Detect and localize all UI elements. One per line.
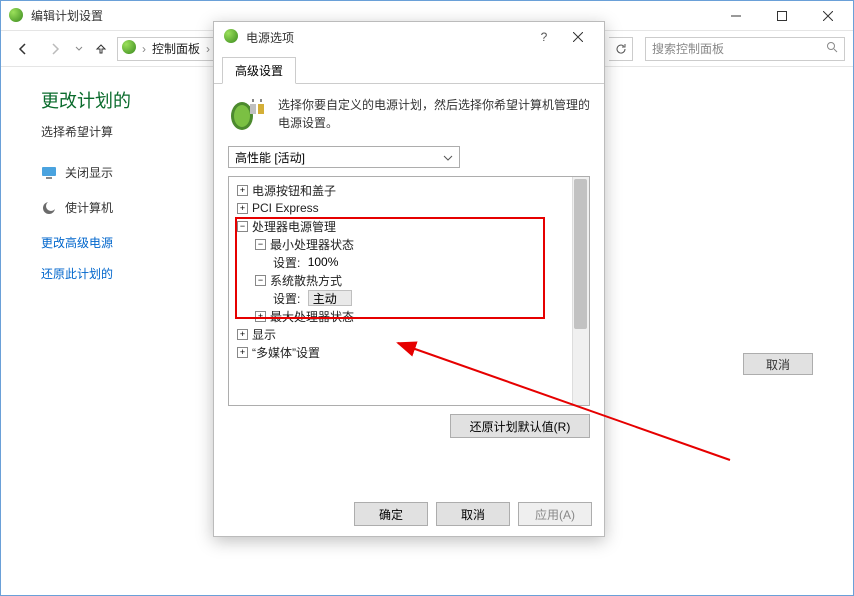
- tab-strip: 高级设置: [214, 58, 604, 84]
- cooling-value-dropdown[interactable]: 主动: [308, 290, 352, 306]
- tree-node-processor-power[interactable]: − 处理器电源管理: [235, 217, 583, 235]
- dialog-footer: 确定 取消 应用(A): [354, 502, 592, 526]
- setting-cooling-value[interactable]: 设置: 主动: [235, 289, 583, 307]
- tree-node-cooling-policy[interactable]: − 系统散热方式: [235, 271, 583, 289]
- forward-button[interactable]: [41, 35, 69, 63]
- dialog-help-button[interactable]: ?: [530, 25, 558, 49]
- address-icon: [122, 40, 136, 57]
- close-icon: [823, 11, 833, 21]
- breadcrumb-sep2-icon: ›: [206, 42, 210, 56]
- cancel-button[interactable]: 取消: [436, 502, 510, 526]
- search-icon: [826, 41, 838, 56]
- expand-icon[interactable]: +: [237, 185, 248, 196]
- row-sleep-label: 使计算机: [65, 199, 113, 216]
- app-icon: [9, 8, 25, 24]
- tree-node-max-processor[interactable]: + 最大处理器状态: [235, 307, 583, 325]
- arrow-left-icon: [16, 42, 30, 56]
- expand-icon[interactable]: +: [237, 347, 248, 358]
- expand-icon[interactable]: +: [237, 203, 248, 214]
- history-dropdown[interactable]: [73, 42, 85, 56]
- chevron-down-icon: [443, 150, 453, 164]
- breadcrumb-sep-icon: ›: [142, 42, 146, 56]
- search-placeholder: 搜索控制面板: [652, 40, 724, 57]
- outer-footer: 取消: [743, 353, 813, 375]
- refresh-button[interactable]: [609, 37, 633, 61]
- dialog-icon: [224, 29, 240, 45]
- collapse-icon[interactable]: −: [237, 221, 248, 232]
- refresh-icon: [615, 43, 627, 55]
- window-title: 编辑计划设置: [31, 7, 103, 24]
- maximize-icon: [777, 11, 787, 21]
- help-icon: ?: [541, 30, 548, 44]
- maximize-button[interactable]: [759, 2, 805, 30]
- arrow-up-icon: [94, 42, 108, 56]
- settings-tree: + 电源按钮和盖子 + PCI Express − 处理器电源管理 − 最小处理…: [228, 176, 590, 406]
- tree-node-pci-express[interactable]: + PCI Express: [235, 199, 583, 217]
- battery-icon: [228, 96, 268, 132]
- dialog-close-button[interactable]: [558, 25, 598, 49]
- up-button[interactable]: [89, 37, 113, 61]
- plan-dropdown[interactable]: 高性能 [活动]: [228, 146, 460, 168]
- dialog-body: 选择你要自定义的电源计划，然后选择你希望计算机管理的电源设置。 高性能 [活动]…: [214, 84, 604, 450]
- expand-icon[interactable]: +: [255, 311, 266, 322]
- power-options-dialog: 电源选项 ? 高级设置 选择你要自定义的电源计划，然后选择你希望计算机管理的电源…: [213, 21, 605, 537]
- tree-node-display[interactable]: + 显示: [235, 325, 583, 343]
- dialog-header: 选择你要自定义的电源计划，然后选择你希望计算机管理的电源设置。: [228, 96, 590, 132]
- row-turnoff-label: 关闭显示: [65, 164, 113, 181]
- tree-node-min-processor[interactable]: − 最小处理器状态: [235, 235, 583, 253]
- setting-min-processor-value[interactable]: 设置: 100%: [235, 253, 583, 271]
- apply-button[interactable]: 应用(A): [518, 502, 592, 526]
- tree-node-multimedia[interactable]: + “多媒体”设置: [235, 343, 583, 361]
- collapse-icon[interactable]: −: [255, 275, 266, 286]
- back-button[interactable]: [9, 35, 37, 63]
- minimize-icon: [731, 11, 741, 21]
- restore-defaults-button[interactable]: 还原计划默认值(R): [450, 414, 590, 438]
- expand-icon[interactable]: +: [237, 329, 248, 340]
- collapse-icon[interactable]: −: [255, 239, 266, 250]
- close-icon: [573, 32, 583, 42]
- tree-node-power-buttons[interactable]: + 电源按钮和盖子: [235, 181, 583, 199]
- dialog-titlebar: 电源选项 ?: [214, 22, 604, 52]
- outer-cancel-button[interactable]: 取消: [743, 353, 813, 375]
- monitor-icon: [41, 165, 57, 181]
- moon-icon: [41, 200, 57, 216]
- close-button[interactable]: [805, 2, 851, 30]
- dialog-title: 电源选项: [246, 29, 294, 46]
- chevron-down-icon: [75, 45, 83, 53]
- plan-selected-label: 高性能 [活动]: [235, 149, 305, 166]
- search-input[interactable]: 搜索控制面板: [645, 37, 845, 61]
- arrow-right-icon: [48, 42, 62, 56]
- breadcrumb-root[interactable]: 控制面板: [152, 40, 200, 57]
- ok-button[interactable]: 确定: [354, 502, 428, 526]
- minimize-button[interactable]: [713, 2, 759, 30]
- tab-advanced[interactable]: 高级设置: [222, 57, 296, 84]
- dialog-description: 选择你要自定义的电源计划，然后选择你希望计算机管理的电源设置。: [278, 96, 590, 132]
